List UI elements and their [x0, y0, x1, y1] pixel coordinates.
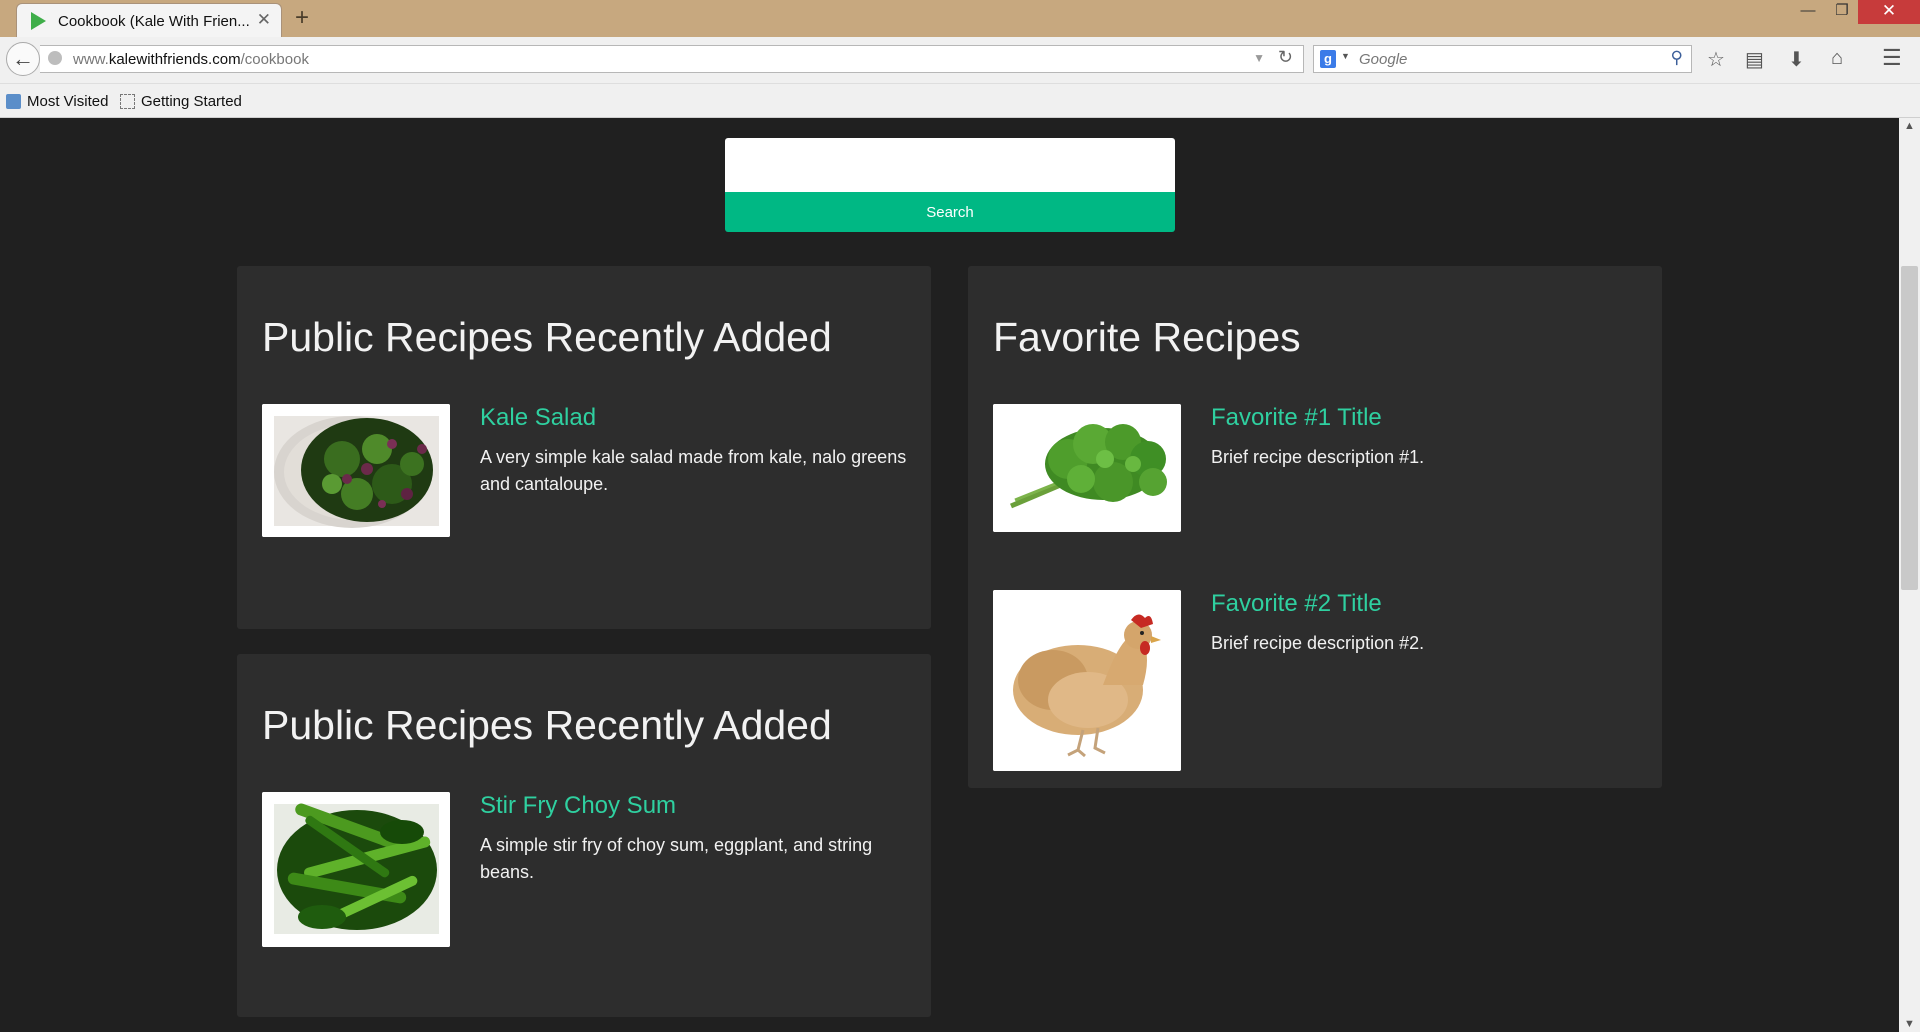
recipe-title-link[interactable]: Stir Fry Choy Sum: [480, 792, 676, 820]
home-icon[interactable]: ⌂: [1831, 47, 1843, 70]
public-recipes-card: Public Recipes Recently Added Kale Salad…: [237, 266, 931, 629]
url-path: /cookbook: [240, 51, 309, 68]
card-title: Public Recipes Recently Added: [262, 702, 832, 748]
bookmark-label: Getting Started: [141, 93, 242, 110]
recipe-item: Favorite #2 Title Brief recipe descripti…: [993, 590, 1643, 775]
scroll-down-icon[interactable]: ▼: [1904, 1018, 1915, 1030]
chicken-image: [993, 590, 1181, 771]
url-text: www.kalewithfriends.com/cookbook: [73, 51, 309, 68]
recipe-item: Favorite #1 Title Brief recipe descripti…: [993, 404, 1643, 534]
recipe-thumbnail[interactable]: [993, 590, 1181, 771]
getting-started-icon: [120, 94, 135, 109]
scrollbar-thumb[interactable]: [1901, 266, 1918, 590]
search-engine-caret-icon[interactable]: ▼: [1341, 51, 1350, 61]
menu-icon[interactable]: ☰: [1882, 45, 1902, 71]
google-icon[interactable]: g: [1320, 50, 1336, 68]
restore-icon[interactable]: ❐: [1822, 0, 1862, 24]
search-go-icon[interactable]: ⚲: [1671, 48, 1683, 68]
title-bar: Cookbook (Kale With Frien... ✕ + — ❐ ✕: [0, 0, 1920, 37]
card-title: Favorite Recipes: [993, 314, 1301, 360]
navigation-toolbar: ← www.kalewithfriends.com/cookbook ▼ ↻ g…: [0, 37, 1920, 84]
recipe-item: Kale Salad A very simple kale salad made…: [262, 404, 912, 544]
download-icon[interactable]: ⬇: [1788, 47, 1805, 72]
most-visited-icon: [6, 94, 21, 109]
search-button[interactable]: Search: [725, 192, 1175, 232]
bookmark-most-visited[interactable]: Most Visited: [6, 93, 108, 110]
bookmark-label: Most Visited: [27, 93, 109, 110]
kale-image: [993, 404, 1181, 532]
close-window-icon[interactable]: ✕: [1858, 0, 1920, 24]
recipe-title-link[interactable]: Favorite #1 Title: [1211, 404, 1382, 432]
recipe-title-link[interactable]: Kale Salad: [480, 404, 596, 432]
recipe-thumbnail[interactable]: [262, 404, 450, 537]
stir-fry-choy-sum-image: [262, 792, 450, 947]
recipe-description: A very simple kale salad made from kale,…: [480, 447, 907, 494]
search-placeholder: Google: [1359, 51, 1408, 68]
favorite-recipes-card: Favorite Recipes Favorite #1 Title Brief…: [968, 266, 1662, 788]
browser-tab[interactable]: Cookbook (Kale With Frien... ✕: [16, 3, 282, 37]
url-bar[interactable]: www.kalewithfriends.com/cookbook ▼ ↻: [40, 45, 1304, 73]
bookmark-star-icon[interactable]: ☆: [1707, 47, 1725, 72]
tab-title: Cookbook (Kale With Frien...: [58, 13, 250, 30]
url-host: kalewithfriends.com: [108, 51, 241, 68]
recipe-thumbnail[interactable]: [993, 404, 1181, 532]
bookmarks-bar: Most Visited Getting Started: [0, 84, 1920, 118]
vertical-scrollbar[interactable]: ▲ ▼: [1899, 118, 1920, 1032]
browser-search-bar[interactable]: g ▼ Google ⚲: [1313, 45, 1692, 73]
url-dropdown-icon[interactable]: ▼: [1253, 51, 1265, 65]
globe-icon: [48, 51, 62, 65]
favicon-icon: [31, 12, 46, 30]
kale-salad-image: [262, 404, 450, 537]
reload-icon[interactable]: ↻: [1278, 47, 1293, 68]
page-content: Search Public Recipes Recently Added Kal…: [0, 118, 1899, 1032]
scroll-up-icon[interactable]: ▲: [1904, 120, 1915, 132]
close-tab-icon[interactable]: ✕: [257, 10, 271, 30]
recipe-thumbnail[interactable]: [262, 792, 450, 947]
card-title: Public Recipes Recently Added: [262, 314, 832, 360]
back-arrow-icon[interactable]: ←: [6, 42, 40, 76]
recipe-title-link[interactable]: Favorite #2 Title: [1211, 590, 1382, 618]
recipe-search-input[interactable]: [725, 138, 1175, 192]
recipe-description: Brief recipe description #2.: [1211, 633, 1425, 653]
recipe-description: A simple stir fry of choy sum, eggplant,…: [480, 835, 873, 882]
new-tab-icon[interactable]: +: [295, 4, 309, 32]
recipe-item: Stir Fry Choy Sum A simple stir fry of c…: [262, 792, 912, 952]
bookmark-getting-started[interactable]: Getting Started: [120, 93, 242, 110]
reading-list-icon[interactable]: ▤: [1745, 47, 1764, 72]
public-recipes-card: Public Recipes Recently Added Stir Fry C…: [237, 654, 931, 1017]
url-prefix: www.: [73, 51, 109, 68]
recipe-description: Brief recipe description #1.: [1211, 447, 1425, 467]
